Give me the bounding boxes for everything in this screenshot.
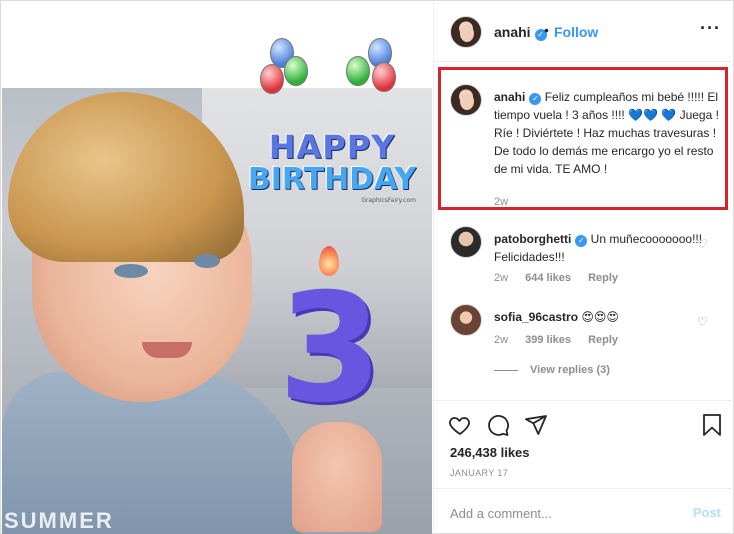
balloons-left-sticker bbox=[260, 38, 320, 102]
comment-time[interactable]: 2w bbox=[494, 272, 508, 284]
post-date[interactable]: JANUARY 17 bbox=[450, 468, 508, 478]
avatar[interactable] bbox=[450, 84, 482, 116]
sticker-watermark: GraphicsFairy.com bbox=[361, 197, 416, 204]
greeting-line-2: BIRTHDAY bbox=[247, 162, 417, 197]
comment-bubble-icon[interactable] bbox=[486, 413, 510, 437]
follow-button[interactable]: Follow bbox=[554, 24, 598, 40]
comment-like-icon[interactable]: ♡ bbox=[697, 238, 709, 250]
post-header: anahi ✓ • Follow ··· bbox=[434, 2, 734, 62]
comment-username[interactable]: sofia_96castro bbox=[494, 310, 578, 324]
replies-divider-line bbox=[494, 369, 518, 371]
post-side-panel: anahi ✓ • Follow ··· anahi ✓ Feliz cumplea… bbox=[433, 2, 734, 534]
post-comment-button[interactable]: Post bbox=[693, 505, 721, 520]
shirt-print-text: SUMMER bbox=[4, 508, 114, 533]
caption-username[interactable]: anahi bbox=[494, 90, 525, 104]
comment-username[interactable]: patoborghetti bbox=[494, 232, 571, 246]
header-username[interactable]: anahi ✓ bbox=[494, 24, 547, 41]
caption-time[interactable]: 2w bbox=[494, 196, 508, 208]
more-options-icon[interactable]: ··· bbox=[700, 18, 721, 39]
avatar[interactable] bbox=[450, 226, 482, 258]
comment-likes[interactable]: 644 likes bbox=[525, 272, 571, 284]
heart-outline-icon[interactable] bbox=[448, 413, 472, 437]
child-eye-left bbox=[114, 264, 148, 278]
comment-body: 😍😍😍 bbox=[581, 310, 619, 324]
paper-plane-icon[interactable] bbox=[524, 413, 548, 437]
comment-meta: 2w 399 likes Reply bbox=[494, 334, 632, 346]
child-hand bbox=[292, 422, 382, 532]
caption-meta: 2w bbox=[494, 196, 522, 208]
number-candle: 3 bbox=[278, 262, 383, 436]
child-eye-right bbox=[194, 254, 220, 268]
verified-badge-icon: ✓ bbox=[529, 93, 542, 105]
comment-input[interactable] bbox=[450, 503, 670, 523]
verified-badge-icon: ✓ bbox=[575, 235, 588, 247]
comment-likes[interactable]: 399 likes bbox=[525, 334, 571, 346]
balloon-red bbox=[372, 62, 396, 92]
likes-count[interactable]: 246,438 likes bbox=[450, 445, 530, 460]
reply-button[interactable]: Reply bbox=[588, 334, 618, 346]
balloons-right-sticker bbox=[342, 38, 402, 102]
bookmark-icon[interactable] bbox=[700, 413, 724, 437]
caption-text-block: anahi ✓ Feliz cumpleaños mi bebé !!!!! El… bbox=[494, 88, 720, 178]
view-replies-button[interactable]: View replies (3) bbox=[494, 364, 610, 376]
avatar[interactable] bbox=[450, 304, 482, 336]
greeting-line-1: HAPPY bbox=[268, 128, 396, 166]
comment-text-block: sofia_96castro 😍😍😍 bbox=[494, 308, 720, 326]
comment-time[interactable]: 2w bbox=[494, 334, 508, 346]
reply-button[interactable]: Reply bbox=[588, 272, 618, 284]
post-actions-bar bbox=[434, 400, 734, 442]
avatar[interactable] bbox=[450, 16, 482, 48]
balloon-green bbox=[284, 56, 308, 86]
comment-text-block: patoborghetti ✓ Un muñecooooooo!!! Felici… bbox=[494, 230, 720, 266]
username-text[interactable]: anahi bbox=[494, 24, 531, 40]
post-photo[interactable]: SUMMER HAPPY BIRTHDAY GraphicsFairy.com … bbox=[2, 2, 432, 534]
add-comment-bar: Post bbox=[434, 488, 734, 534]
happy-birthday-sticker: HAPPY BIRTHDAY GraphicsFairy.com bbox=[234, 128, 430, 204]
balloon-green bbox=[346, 56, 370, 86]
view-replies-label[interactable]: View replies (3) bbox=[530, 364, 610, 376]
post-dialog: SUMMER HAPPY BIRTHDAY GraphicsFairy.com … bbox=[0, 0, 734, 534]
balloon-red bbox=[260, 64, 284, 94]
comment-meta: 2w 644 likes Reply bbox=[494, 272, 632, 284]
comment-like-icon[interactable]: ♡ bbox=[697, 316, 709, 328]
caption-body: Feliz cumpleaños mi bebé !!!!! El tiempo… bbox=[494, 90, 719, 176]
separator-dot: • bbox=[544, 22, 549, 38]
